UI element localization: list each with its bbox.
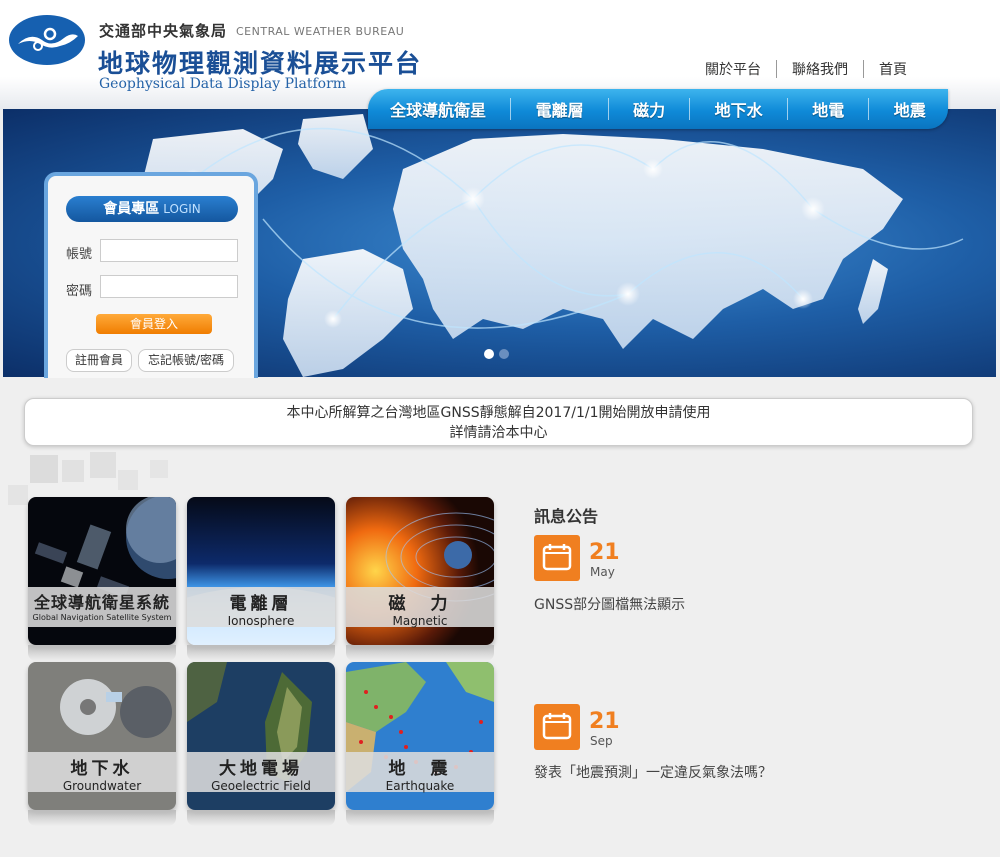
news-month: Sep xyxy=(590,734,613,748)
calendar-icon xyxy=(534,704,580,750)
org-name: 交通部中央氣象局 xyxy=(99,22,228,40)
tile-groundwater[interactable]: 地下水 Groundwater xyxy=(28,662,176,810)
mosaic-square xyxy=(62,460,84,482)
tile-title-en: Magnetic xyxy=(392,614,448,628)
news-title: 訊息公告 xyxy=(534,507,599,526)
tile-reflection xyxy=(346,645,494,661)
tile-title-zh: 地 震 xyxy=(388,759,452,779)
news-day: 21 xyxy=(589,540,620,565)
slider-dots xyxy=(484,349,509,359)
tile-reflection xyxy=(28,810,176,826)
tile-caption: 大地電場 Geoelectric Field xyxy=(187,752,335,793)
nav-divider xyxy=(786,98,788,120)
tile-reflection xyxy=(346,810,494,826)
tile-gnss[interactable]: 全球導航衛星系統 Global Navigation Satellite Sys… xyxy=(28,497,176,645)
forgot-password-button[interactable]: 忘記帳號/密碼 xyxy=(138,349,234,372)
tile-geoelectric[interactable]: 大地電場 Geoelectric Field xyxy=(187,662,335,810)
news-month: May xyxy=(590,565,615,579)
news-item-link[interactable]: GNSS部分圖檔無法顯示 xyxy=(534,594,685,614)
mosaic-square xyxy=(90,452,116,478)
notice-line-2: 詳情請洽本中心 xyxy=(449,425,548,441)
tile-ionosphere[interactable]: 電離層 Ionosphere xyxy=(187,497,335,645)
contact-link[interactable]: 聯絡我們 xyxy=(777,59,863,79)
slide-dot-2[interactable] xyxy=(499,349,509,359)
tile-title-en: Earthquake xyxy=(385,779,455,793)
notice-box: 本中心所解算之台灣地區GNSS靜態解自2017/1/1開始開放申請使用 詳情請洽… xyxy=(24,398,973,446)
tile-title-en: Geoelectric Field xyxy=(211,779,311,793)
tile-earthquake[interactable]: 地 震 Earthquake xyxy=(346,662,494,810)
tile-reflection xyxy=(28,645,176,661)
tile-title-en: Global Navigation Satellite System xyxy=(32,613,172,622)
tile-title-en: Ionosphere xyxy=(227,614,295,628)
nav-ionosphere[interactable]: 電離層 xyxy=(536,97,584,121)
tile-caption: 電離層 Ionosphere xyxy=(187,587,335,628)
login-button[interactable]: 會員登入 xyxy=(96,314,212,334)
tile-title-zh: 電離層 xyxy=(229,594,293,614)
nav-divider xyxy=(607,98,609,120)
news-day: 21 xyxy=(589,709,620,734)
mosaic-square xyxy=(118,470,138,490)
account-label: 帳號 xyxy=(66,247,93,262)
account-input[interactable] xyxy=(100,239,238,262)
tile-title-zh: 大地電場 xyxy=(219,759,303,779)
password-input[interactable] xyxy=(100,275,238,298)
calendar-icon xyxy=(534,535,580,581)
login-title: 會員專區 LOGIN xyxy=(66,196,238,222)
top-links: 關於平台 聯絡我們 首頁 xyxy=(690,58,922,80)
tile-caption: 地 震 Earthquake xyxy=(346,752,494,793)
tile-title-zh: 磁 力 xyxy=(388,594,452,614)
site-title-en: Geophysical Data Display Platform xyxy=(99,76,347,92)
nav-divider xyxy=(868,98,870,120)
tile-caption: 全球導航衛星系統 Global Navigation Satellite Sys… xyxy=(28,587,176,627)
notice-line-1: 本中心所解算之台灣地區GNSS靜態解自2017/1/1開始開放申請使用 xyxy=(286,405,711,421)
tile-caption: 地下水 Groundwater xyxy=(28,752,176,793)
nav-divider xyxy=(689,98,691,120)
nav-groundwater[interactable]: 地下水 xyxy=(715,97,763,121)
nav-gnss[interactable]: 全球導航衛星 xyxy=(390,97,486,121)
mosaic-square xyxy=(150,460,168,478)
about-link[interactable]: 關於平台 xyxy=(690,59,776,79)
nav-magnetic[interactable]: 磁力 xyxy=(633,97,665,121)
org-name-en: CENTRAL WEATHER BUREAU xyxy=(236,25,405,38)
tile-reflection xyxy=(187,810,335,826)
cwb-logo-icon[interactable] xyxy=(8,14,86,66)
slide-dot-1[interactable] xyxy=(484,349,494,359)
nav-geoelectric[interactable]: 地電 xyxy=(812,97,844,121)
tile-title-en: Groundwater xyxy=(62,779,142,793)
tile-caption: 磁 力 Magnetic xyxy=(346,587,494,628)
mosaic-square xyxy=(30,455,58,483)
main-nav: 全球導航衛星 電離層 磁力 地下水 地電 地震 xyxy=(368,89,948,129)
mosaic-square xyxy=(8,485,28,505)
news-item-link[interactable]: 發表「地震預測」一定違反氣象法嗎？ xyxy=(534,762,772,782)
nav-divider xyxy=(510,98,512,120)
password-label: 密碼 xyxy=(66,284,93,299)
tile-title-zh: 全球導航衛星系統 xyxy=(33,593,170,612)
tile-title-zh: 地下水 xyxy=(70,759,134,779)
site-title[interactable]: 地球物理觀測資料展示平台 xyxy=(98,44,422,80)
login-title-zh: 會員專區 xyxy=(103,201,160,217)
tile-magnetic[interactable]: 磁 力 Magnetic xyxy=(346,497,494,645)
tile-reflection xyxy=(187,645,335,661)
home-link[interactable]: 首頁 xyxy=(864,59,922,79)
register-button[interactable]: 註冊會員 xyxy=(66,349,132,372)
login-title-en: LOGIN xyxy=(163,202,201,216)
login-panel: 會員專區 LOGIN 帳號 密碼 會員登入 註冊會員 忘記帳號/密碼 xyxy=(44,172,258,378)
nav-earthquake[interactable]: 地震 xyxy=(894,97,926,121)
